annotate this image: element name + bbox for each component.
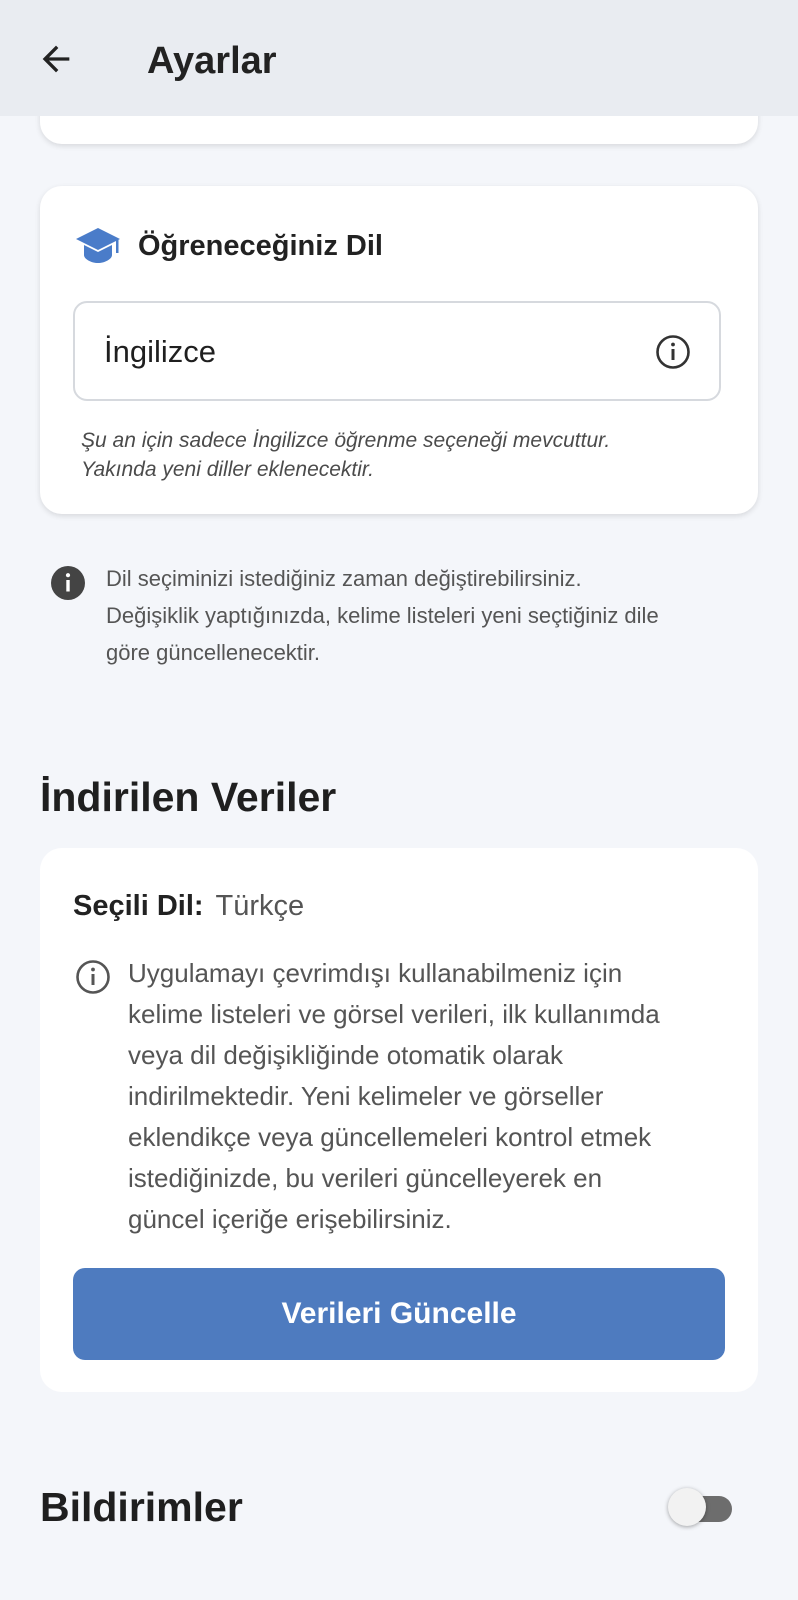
selected-language: Seçili Dil: Türkçe bbox=[73, 888, 304, 924]
selected-language-label: Seçili Dil: bbox=[73, 890, 204, 922]
graduation-cap-icon bbox=[74, 226, 122, 266]
selected-language-value: Türkçe bbox=[215, 890, 305, 922]
toggle-thumb bbox=[668, 1488, 706, 1526]
learning-language-value: İngilizce bbox=[104, 334, 216, 369]
notifications-toggle[interactable] bbox=[668, 1488, 736, 1526]
learning-language-title: Öğreneceğiniz Dil bbox=[138, 229, 383, 262]
arrow-left-icon bbox=[42, 45, 70, 73]
info-outline-icon[interactable] bbox=[655, 334, 691, 370]
learning-language-note: Şu an için sadece İngilizce öğrenme seçe… bbox=[81, 429, 611, 481]
downloaded-data-card: Seçili Dil: Türkçe Uygulamayı çevrimdışı … bbox=[40, 848, 758, 1392]
update-data-button[interactable]: Verileri Güncelle bbox=[73, 1268, 725, 1360]
back-button[interactable] bbox=[30, 33, 82, 85]
page-title: Ayarlar bbox=[147, 40, 277, 82]
offline-data-info-text: Uygulamayı çevrimdışı kullanabilmeniz iç… bbox=[128, 958, 660, 1234]
info-filled-icon bbox=[51, 566, 85, 600]
info-outline-icon bbox=[76, 960, 110, 994]
notifications-title: Bildirimler bbox=[40, 1484, 243, 1530]
downloaded-data-title: İndirilen Veriler bbox=[40, 774, 337, 820]
language-change-hint-text: Dil seçiminizi istediğiniz zaman değişti… bbox=[106, 566, 659, 665]
learning-language-card: Öğreneceğiniz Dil İngilizce Şu an için s… bbox=[40, 186, 758, 514]
app-bar: Ayarlar bbox=[0, 0, 798, 116]
learning-language-field[interactable]: İngilizce bbox=[73, 301, 721, 401]
learning-language-header: Öğreneceğiniz Dil bbox=[74, 226, 383, 266]
